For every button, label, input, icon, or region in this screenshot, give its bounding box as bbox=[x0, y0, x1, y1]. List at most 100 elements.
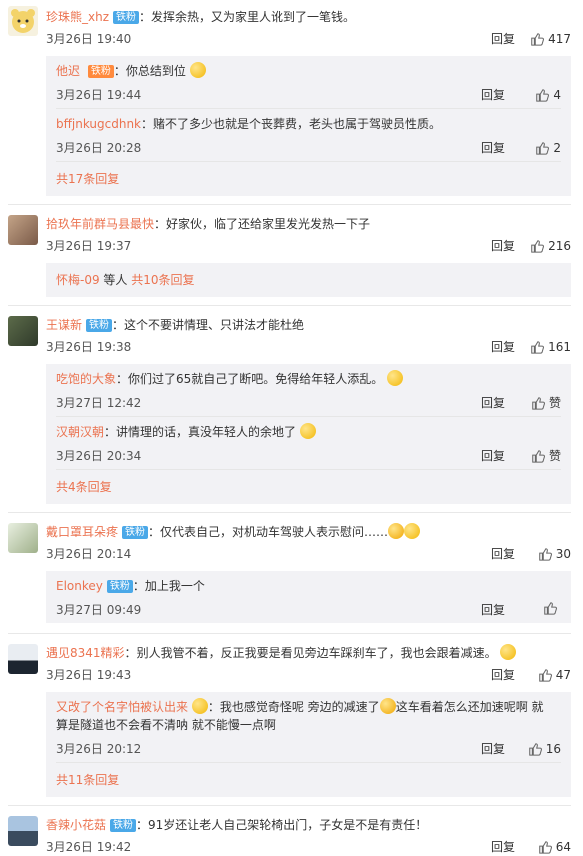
reply-text: 你们过了65就自己了断吧。免得给年轻人添乱。 bbox=[128, 372, 384, 386]
divider bbox=[8, 805, 571, 806]
reply-panel: 又改了个名字怕被认出来 ：我也感觉奇怪呢 旁边的减速了 这车看着怎么还加速呢啊 就… bbox=[46, 692, 571, 797]
avatar[interactable] bbox=[8, 523, 38, 553]
username[interactable]: 拾玖年前群马县最快 bbox=[46, 217, 154, 231]
comment-text: 发挥余热，又为家里人讹到了一笔钱。 bbox=[151, 10, 356, 24]
timestamp: 3月26日 20:28 bbox=[56, 141, 142, 155]
reply-item: Elonkey 铁粉 ：加上我一个 3月27日 09:49 回复 bbox=[56, 571, 561, 623]
username[interactable]: Elonkey bbox=[56, 579, 103, 593]
reply-item: 吃饱的大象：你们过了65就自己了断吧。免得给年轻人添乱。 3月27日 12:42… bbox=[56, 364, 561, 417]
username[interactable]: 王谋新 bbox=[46, 318, 82, 332]
reply-button[interactable]: 回复 bbox=[491, 237, 515, 255]
more-replies-link[interactable]: 共4条回复 bbox=[56, 470, 561, 504]
timestamp: 3月26日 19:38 bbox=[46, 340, 132, 354]
username[interactable]: 又改了个名字怕被认出来 bbox=[56, 700, 188, 714]
like-button[interactable]: 30 bbox=[538, 545, 571, 563]
comment-body: 遇见8341精彩：别人我管不着，反正我要是看见旁边车踩刹车了，我也会跟着减速。 bbox=[46, 644, 571, 662]
more-replies-link[interactable]: 共11条回复 bbox=[56, 763, 561, 797]
comment-body: 珍珠熊_xhz 铁粉 ：发挥余热，又为家里人讹到了一笔钱。 bbox=[46, 10, 356, 24]
username[interactable]: bffjnkugcdhnk bbox=[56, 117, 141, 131]
like-button[interactable]: 赞 bbox=[531, 447, 561, 465]
avatar[interactable] bbox=[8, 316, 38, 346]
reply-text: 你总结到位 bbox=[125, 64, 186, 78]
like-button[interactable]: 64 bbox=[538, 838, 571, 856]
reply-button[interactable]: 回复 bbox=[481, 86, 505, 104]
thumbs-up-icon bbox=[531, 449, 545, 463]
fan-badge: 铁粉 bbox=[122, 526, 149, 539]
like-count: 4 bbox=[553, 88, 561, 102]
divider bbox=[8, 633, 571, 634]
reply-button[interactable]: 回复 bbox=[491, 666, 515, 684]
reply-button[interactable]: 回复 bbox=[491, 545, 515, 563]
avatar[interactable] bbox=[8, 644, 38, 674]
timestamp: 3月27日 12:42 bbox=[56, 396, 142, 410]
comment-text: 仅代表自己，对机动车驾驶人表示慰问…… bbox=[160, 525, 389, 539]
username[interactable]: 遇见8341精彩 bbox=[46, 646, 125, 660]
username[interactable]: 他迟 bbox=[56, 64, 80, 78]
fan-badge: 铁粉 bbox=[86, 319, 113, 332]
username[interactable]: 汉朝汉朝 bbox=[56, 425, 104, 439]
avatar[interactable] bbox=[8, 816, 38, 846]
like-count: 16 bbox=[545, 742, 561, 756]
comment: 拾玖年前群马县最快：好家伙，临了还给家里发光发热一下子 3月26日 19:37 … bbox=[0, 215, 583, 255]
comment: 香辣小花菇 铁粉 ：91岁还让老人自己架轮椅出门，子女是不是有责任！ 3月26日 1… bbox=[0, 816, 583, 856]
reply-item: bffjnkugcdhnk：赌不了多少也就是个丧葬费，老头也属于驾驶员性质。 3… bbox=[56, 109, 561, 162]
like-button[interactable] bbox=[543, 601, 561, 615]
reply-button[interactable]: 回复 bbox=[481, 394, 505, 412]
fan-badge: 铁粉 bbox=[106, 580, 133, 593]
divider bbox=[8, 512, 571, 513]
comment: 遇见8341精彩：别人我管不着，反正我要是看见旁边车踩刹车了，我也会跟着减速。 … bbox=[0, 644, 583, 684]
emoji-icon bbox=[379, 698, 396, 714]
like-button[interactable]: 2 bbox=[535, 139, 561, 157]
reply-button[interactable]: 回复 bbox=[491, 338, 515, 356]
reply-item: 他迟 铁粉 ：你总结到位 3月26日 19:44 回复 4 bbox=[56, 56, 561, 109]
reply-button[interactable]: 回复 bbox=[481, 139, 505, 157]
comment-text: 别人我管不着，反正我要是看见旁边车踩刹车了，我也会跟着减速。 bbox=[136, 646, 497, 660]
like-button[interactable]: 216 bbox=[530, 237, 571, 255]
reply-text: 我也感觉奇怪呢 旁边的减速了 bbox=[219, 700, 380, 714]
comment-meta: 3月26日 19:40 回复 417 bbox=[46, 30, 571, 48]
thumbs-up-icon bbox=[538, 547, 552, 561]
thumbs-up-icon bbox=[530, 239, 544, 253]
like-button[interactable]: 161 bbox=[530, 338, 571, 356]
comment-meta: 3月26日 19:37 回复 216 bbox=[46, 237, 571, 255]
thumbs-up-icon bbox=[530, 340, 544, 354]
fan-badge: 铁粉 bbox=[113, 11, 140, 24]
comment: 戴口罩耳朵疼 铁粉 ：仅代表自己，对机动车驾驶人表示慰问…… 3月26日 20:14… bbox=[0, 523, 583, 563]
comment-text: 好家伙，临了还给家里发光发热一下子 bbox=[166, 217, 371, 231]
reply-button[interactable]: 回复 bbox=[481, 447, 505, 465]
avatar[interactable] bbox=[8, 6, 38, 36]
emoji-icon bbox=[388, 523, 405, 539]
thumbs-up-icon bbox=[531, 396, 545, 410]
username[interactable]: 戴口罩耳朵疼 bbox=[46, 525, 118, 539]
reply-button[interactable]: 回复 bbox=[491, 838, 515, 856]
like-count: 64 bbox=[555, 840, 571, 854]
reply-button[interactable]: 回复 bbox=[481, 601, 505, 619]
username[interactable]: 香辣小花菇 bbox=[46, 818, 106, 832]
username[interactable]: 吃饱的大象 bbox=[56, 372, 116, 386]
like-button[interactable]: 16 bbox=[528, 740, 561, 758]
reply-item: 又改了个名字怕被认出来 ：我也感觉奇怪呢 旁边的减速了 这车看着怎么还加速呢啊 就… bbox=[56, 692, 561, 763]
like-button[interactable]: 47 bbox=[538, 666, 571, 684]
more-replies-link[interactable]: 共17条回复 bbox=[56, 162, 561, 196]
divider bbox=[8, 305, 571, 306]
thumbs-up-icon bbox=[538, 840, 552, 854]
more-replies-link[interactable]: 怀梅-09 等人 共10条回复 bbox=[56, 263, 561, 297]
thumbs-up-icon bbox=[535, 141, 549, 155]
reply-panel: 他迟 铁粉 ：你总结到位 3月26日 19:44 回复 4 bffjnkugcdhnk… bbox=[46, 56, 571, 196]
reply-button[interactable]: 回复 bbox=[491, 30, 515, 48]
like-button[interactable]: 4 bbox=[535, 86, 561, 104]
reply-panel: 吃饱的大象：你们过了65就自己了断吧。免得给年轻人添乱。 3月27日 12:42… bbox=[46, 364, 571, 504]
avatar[interactable] bbox=[8, 215, 38, 245]
username[interactable]: 珍珠熊_xhz bbox=[46, 10, 109, 24]
comment: 王谋新 铁粉 ：这个不要讲情理、只讲法才能杜绝 3月26日 19:38 回复 161 bbox=[0, 316, 583, 356]
reply-button[interactable]: 回复 bbox=[481, 740, 505, 758]
comment-text: 91岁还让老人自己架轮椅出门，子女是不是有责任！ bbox=[148, 818, 428, 832]
comment-meta: 3月26日 19:43 回复 47 bbox=[46, 666, 571, 684]
reply-text: 加上我一个 bbox=[144, 579, 205, 593]
timestamp: 3月26日 19:37 bbox=[46, 239, 132, 253]
like-button[interactable]: 赞 bbox=[531, 394, 561, 412]
like-button[interactable]: 417 bbox=[530, 30, 571, 48]
thumbs-up-icon bbox=[528, 742, 542, 756]
timestamp: 3月26日 19:40 bbox=[46, 32, 132, 46]
comment-body: 拾玖年前群马县最快：好家伙，临了还给家里发光发热一下子 bbox=[46, 217, 371, 231]
